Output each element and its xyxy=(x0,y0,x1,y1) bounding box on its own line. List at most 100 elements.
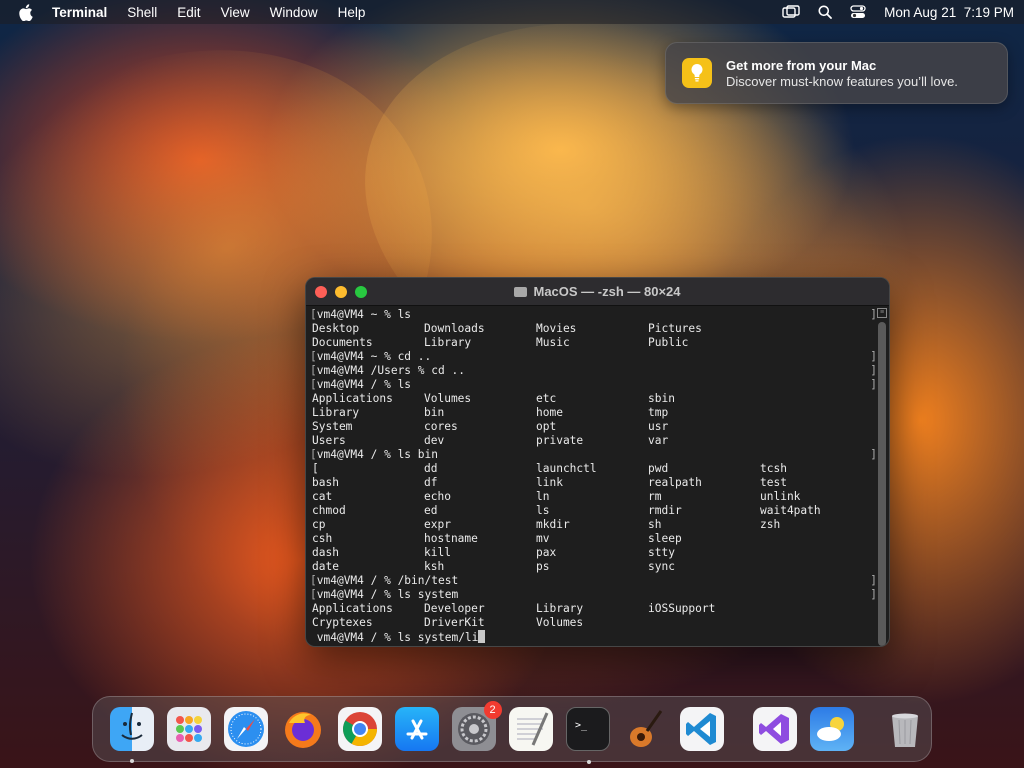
terminal-cell: etc xyxy=(536,392,557,405)
menu-edit[interactable]: Edit xyxy=(177,5,200,20)
terminal-output-row: [dd launchctl pwd tcsh xyxy=(310,462,875,476)
trash-icon[interactable] xyxy=(883,707,927,751)
disk-icon xyxy=(514,287,528,297)
terminal-cell: Applications xyxy=(312,392,393,405)
scrollbar-thumb[interactable] xyxy=(878,322,886,646)
notification-banner[interactable]: Get more from your Mac Discover must-kno… xyxy=(665,42,1008,104)
dock: 2 >_ xyxy=(92,696,932,764)
terminal-line-text: vm4@VM4 / % ls system xyxy=(316,588,459,601)
window-title: MacOS — -zsh — 80×24 xyxy=(306,284,889,299)
mark-bracket: ] xyxy=(870,308,877,321)
terminal-cell: ln xyxy=(536,490,550,503)
terminal-cell: Movies xyxy=(536,322,577,335)
terminal-columns: Applications Volumes etc sbin xyxy=(310,392,875,406)
terminal-cell xyxy=(760,560,872,574)
vscode-icon[interactable] xyxy=(679,707,724,751)
terminal-cell: pax xyxy=(536,546,557,559)
terminal-cell: Library xyxy=(312,406,360,419)
running-indicator xyxy=(586,760,591,764)
chrome-icon[interactable] xyxy=(337,707,382,751)
clock-datetime[interactable]: Mon Aug 21 7:19 PM xyxy=(884,5,1014,20)
tips-lightbulb-icon xyxy=(682,58,712,88)
terminal-cell: Pictures xyxy=(648,322,702,335)
terminal-output-row: Users dev private var xyxy=(310,434,875,448)
terminal-cell: Users xyxy=(312,434,346,447)
terminal-cell: pwd xyxy=(648,462,669,475)
terminal-columns: csh hostname mv sleep xyxy=(310,532,875,546)
app-menu-terminal[interactable]: Terminal xyxy=(52,5,107,20)
terminal-output-row: date ksh ps sync xyxy=(310,560,875,574)
terminal-output-row: csh hostname mv sleep xyxy=(310,532,875,546)
mark-bracket: [ xyxy=(310,350,317,363)
terminal-output-row: Documents Library Music Public xyxy=(310,336,875,350)
menu-help[interactable]: Help xyxy=(338,5,366,20)
terminal-output-row: bash df link realpath test xyxy=(310,476,875,490)
firefox-icon[interactable] xyxy=(281,707,325,751)
control-center-icon[interactable] xyxy=(850,5,866,19)
terminal-cell: csh xyxy=(312,532,333,545)
spotlight-search-icon[interactable] xyxy=(818,5,833,19)
screen-mirroring-icon[interactable] xyxy=(782,5,800,19)
terminal-cell: Documents xyxy=(312,336,373,349)
terminal-scrollbar[interactable]: ≡ xyxy=(877,308,887,646)
running-indicator xyxy=(129,759,134,763)
weather-icon[interactable] xyxy=(809,707,854,751)
scrollbar-menu-icon[interactable]: ≡ xyxy=(877,308,887,318)
terminal-cell: Public xyxy=(648,336,689,349)
terminal-prompt-line: [vm4@VM4 / % ls bin] xyxy=(310,448,877,462)
terminal-cell: stty xyxy=(648,546,675,559)
terminal-cell: dash xyxy=(312,546,339,559)
terminal-icon[interactable]: >_ xyxy=(565,707,610,764)
terminal-output[interactable]: [vm4@VM4 ~ % ls] Desktop Downloads Movies Pi… xyxy=(306,307,877,646)
terminal-prompt-line: [vm4@VM4 ~ % cd ..] xyxy=(310,350,877,364)
launchpad-icon[interactable] xyxy=(166,707,211,751)
text-cursor xyxy=(478,630,486,643)
notification-badge: 2 xyxy=(483,701,502,719)
terminal-cell: ls xyxy=(536,504,550,517)
terminal-cell: sleep xyxy=(648,532,682,545)
visual-studio-icon[interactable] xyxy=(752,707,797,751)
terminal-current-command: vm4@VM4 / % ls system/li xyxy=(310,630,875,644)
terminal-columns: cp expr mkdir sh zsh xyxy=(310,518,875,532)
menu-shell[interactable]: Shell xyxy=(127,5,157,20)
textedit-icon[interactable] xyxy=(508,707,553,751)
garageband-icon[interactable] xyxy=(623,707,667,751)
terminal-output-row: cat echo ln rm unlink xyxy=(310,490,875,504)
terminal-line-text: vm4@VM4 / % ls system/li xyxy=(316,631,479,644)
safari-icon[interactable] xyxy=(223,707,268,751)
app-store-icon[interactable] xyxy=(394,707,439,751)
mark-bracket: ] xyxy=(870,350,877,363)
terminal-cell: zsh xyxy=(760,518,781,531)
terminal-cell: cores xyxy=(424,420,458,433)
system-settings-icon[interactable]: 2 xyxy=(451,701,502,751)
terminal-prompt-line: [vm4@VM4 ~ % ls] xyxy=(310,308,877,322)
svg-text:>_: >_ xyxy=(575,720,588,731)
terminal-cell: Downloads xyxy=(424,322,485,335)
terminal-columns: bash df link realpath test xyxy=(310,476,875,490)
terminal-cell: echo xyxy=(424,490,451,503)
terminal-cell: Cryptexes xyxy=(312,616,373,629)
apple-menu-icon[interactable] xyxy=(18,3,38,21)
mark-bracket: [ xyxy=(310,574,317,587)
menu-window[interactable]: Window xyxy=(270,5,318,20)
terminal-cell: home xyxy=(536,406,563,419)
terminal-output-row: Applications Volumes etc sbin xyxy=(310,392,875,406)
terminal-cell: Library xyxy=(424,336,472,349)
terminal-output-row: dash kill pax stty xyxy=(310,546,875,560)
menu-view[interactable]: View xyxy=(221,5,250,20)
terminal-cell: chmod xyxy=(312,504,346,517)
terminal-cell: date xyxy=(312,560,339,573)
mark-bracket: ] xyxy=(870,378,877,391)
terminal-line-text: vm4@VM4 / % ls xyxy=(316,378,412,391)
terminal-line-text: vm4@VM4 /Users % cd .. xyxy=(316,364,465,377)
finder-icon[interactable] xyxy=(109,707,154,763)
terminal-cell: Music xyxy=(536,336,570,349)
terminal-cell xyxy=(648,616,760,630)
terminal-cell: mv xyxy=(536,532,550,545)
terminal-output-row: cp expr mkdir sh zsh xyxy=(310,518,875,532)
mark-bracket: [ xyxy=(310,364,317,377)
terminal-cell: cat xyxy=(312,490,333,503)
terminal-titlebar[interactable]: MacOS — -zsh — 80×24 xyxy=(306,278,889,306)
terminal-output-row: Desktop Downloads Movies Pictures xyxy=(310,322,875,336)
terminal-cell: usr xyxy=(648,420,669,433)
